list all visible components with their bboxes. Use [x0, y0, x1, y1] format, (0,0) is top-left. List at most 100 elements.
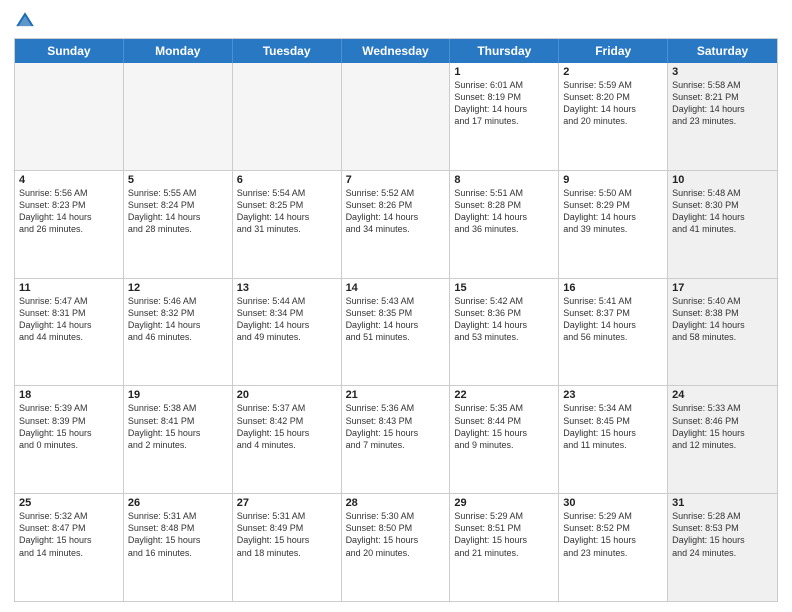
day-number: 14 — [346, 282, 446, 294]
day-cell: 15Sunrise: 5:42 AM Sunset: 8:36 PM Dayli… — [450, 279, 559, 386]
day-info: Sunrise: 5:34 AM Sunset: 8:45 PM Dayligh… — [563, 402, 663, 451]
header — [14, 10, 778, 32]
day-cell — [233, 63, 342, 170]
day-cell: 3Sunrise: 5:58 AM Sunset: 8:21 PM Daylig… — [668, 63, 777, 170]
day-cell: 2Sunrise: 5:59 AM Sunset: 8:20 PM Daylig… — [559, 63, 668, 170]
day-cell: 26Sunrise: 5:31 AM Sunset: 8:48 PM Dayli… — [124, 494, 233, 601]
day-info: Sunrise: 5:30 AM Sunset: 8:50 PM Dayligh… — [346, 510, 446, 559]
day-cell: 9Sunrise: 5:50 AM Sunset: 8:29 PM Daylig… — [559, 171, 668, 278]
day-info: Sunrise: 5:43 AM Sunset: 8:35 PM Dayligh… — [346, 295, 446, 344]
day-info: Sunrise: 5:32 AM Sunset: 8:47 PM Dayligh… — [19, 510, 119, 559]
day-info: Sunrise: 5:44 AM Sunset: 8:34 PM Dayligh… — [237, 295, 337, 344]
day-cell: 4Sunrise: 5:56 AM Sunset: 8:23 PM Daylig… — [15, 171, 124, 278]
day-cell: 21Sunrise: 5:36 AM Sunset: 8:43 PM Dayli… — [342, 386, 451, 493]
day-number: 10 — [672, 174, 773, 186]
week-row: 18Sunrise: 5:39 AM Sunset: 8:39 PM Dayli… — [15, 385, 777, 493]
calendar: SundayMondayTuesdayWednesdayThursdayFrid… — [14, 38, 778, 602]
day-info: Sunrise: 5:39 AM Sunset: 8:39 PM Dayligh… — [19, 402, 119, 451]
day-header: Tuesday — [233, 39, 342, 63]
day-cell: 29Sunrise: 5:29 AM Sunset: 8:51 PM Dayli… — [450, 494, 559, 601]
day-number: 8 — [454, 174, 554, 186]
day-number: 13 — [237, 282, 337, 294]
logo-icon — [14, 10, 36, 32]
day-info: Sunrise: 5:46 AM Sunset: 8:32 PM Dayligh… — [128, 295, 228, 344]
day-number: 18 — [19, 389, 119, 401]
day-header: Wednesday — [342, 39, 451, 63]
day-info: Sunrise: 5:56 AM Sunset: 8:23 PM Dayligh… — [19, 187, 119, 236]
day-number: 22 — [454, 389, 554, 401]
day-number: 28 — [346, 497, 446, 509]
day-info: Sunrise: 5:28 AM Sunset: 8:53 PM Dayligh… — [672, 510, 773, 559]
day-cell — [124, 63, 233, 170]
day-info: Sunrise: 6:01 AM Sunset: 8:19 PM Dayligh… — [454, 79, 554, 128]
day-cell — [15, 63, 124, 170]
day-info: Sunrise: 5:47 AM Sunset: 8:31 PM Dayligh… — [19, 295, 119, 344]
day-info: Sunrise: 5:58 AM Sunset: 8:21 PM Dayligh… — [672, 79, 773, 128]
day-number: 11 — [19, 282, 119, 294]
day-number: 6 — [237, 174, 337, 186]
day-number: 19 — [128, 389, 228, 401]
day-info: Sunrise: 5:37 AM Sunset: 8:42 PM Dayligh… — [237, 402, 337, 451]
day-number: 29 — [454, 497, 554, 509]
day-number: 9 — [563, 174, 663, 186]
day-info: Sunrise: 5:50 AM Sunset: 8:29 PM Dayligh… — [563, 187, 663, 236]
day-header: Thursday — [450, 39, 559, 63]
day-header: Saturday — [668, 39, 777, 63]
day-number: 17 — [672, 282, 773, 294]
day-cell — [342, 63, 451, 170]
day-info: Sunrise: 5:40 AM Sunset: 8:38 PM Dayligh… — [672, 295, 773, 344]
day-info: Sunrise: 5:48 AM Sunset: 8:30 PM Dayligh… — [672, 187, 773, 236]
day-cell: 5Sunrise: 5:55 AM Sunset: 8:24 PM Daylig… — [124, 171, 233, 278]
day-cell: 27Sunrise: 5:31 AM Sunset: 8:49 PM Dayli… — [233, 494, 342, 601]
day-info: Sunrise: 5:33 AM Sunset: 8:46 PM Dayligh… — [672, 402, 773, 451]
day-cell: 1Sunrise: 6:01 AM Sunset: 8:19 PM Daylig… — [450, 63, 559, 170]
day-cell: 12Sunrise: 5:46 AM Sunset: 8:32 PM Dayli… — [124, 279, 233, 386]
day-info: Sunrise: 5:29 AM Sunset: 8:51 PM Dayligh… — [454, 510, 554, 559]
week-row: 11Sunrise: 5:47 AM Sunset: 8:31 PM Dayli… — [15, 278, 777, 386]
day-header: Sunday — [15, 39, 124, 63]
day-info: Sunrise: 5:42 AM Sunset: 8:36 PM Dayligh… — [454, 295, 554, 344]
day-number: 27 — [237, 497, 337, 509]
day-number: 3 — [672, 66, 773, 78]
day-number: 24 — [672, 389, 773, 401]
day-cell: 23Sunrise: 5:34 AM Sunset: 8:45 PM Dayli… — [559, 386, 668, 493]
day-info: Sunrise: 5:38 AM Sunset: 8:41 PM Dayligh… — [128, 402, 228, 451]
page: SundayMondayTuesdayWednesdayThursdayFrid… — [0, 0, 792, 612]
day-info: Sunrise: 5:35 AM Sunset: 8:44 PM Dayligh… — [454, 402, 554, 451]
day-header: Monday — [124, 39, 233, 63]
logo — [14, 10, 40, 32]
day-header: Friday — [559, 39, 668, 63]
day-cell: 30Sunrise: 5:29 AM Sunset: 8:52 PM Dayli… — [559, 494, 668, 601]
day-cell: 22Sunrise: 5:35 AM Sunset: 8:44 PM Dayli… — [450, 386, 559, 493]
day-cell: 25Sunrise: 5:32 AM Sunset: 8:47 PM Dayli… — [15, 494, 124, 601]
day-number: 12 — [128, 282, 228, 294]
day-cell: 20Sunrise: 5:37 AM Sunset: 8:42 PM Dayli… — [233, 386, 342, 493]
day-cell: 24Sunrise: 5:33 AM Sunset: 8:46 PM Dayli… — [668, 386, 777, 493]
day-info: Sunrise: 5:55 AM Sunset: 8:24 PM Dayligh… — [128, 187, 228, 236]
week-row: 4Sunrise: 5:56 AM Sunset: 8:23 PM Daylig… — [15, 170, 777, 278]
day-number: 30 — [563, 497, 663, 509]
day-cell: 14Sunrise: 5:43 AM Sunset: 8:35 PM Dayli… — [342, 279, 451, 386]
day-number: 15 — [454, 282, 554, 294]
day-cell: 28Sunrise: 5:30 AM Sunset: 8:50 PM Dayli… — [342, 494, 451, 601]
day-info: Sunrise: 5:59 AM Sunset: 8:20 PM Dayligh… — [563, 79, 663, 128]
day-number: 31 — [672, 497, 773, 509]
day-cell: 13Sunrise: 5:44 AM Sunset: 8:34 PM Dayli… — [233, 279, 342, 386]
day-cell: 17Sunrise: 5:40 AM Sunset: 8:38 PM Dayli… — [668, 279, 777, 386]
day-cell: 6Sunrise: 5:54 AM Sunset: 8:25 PM Daylig… — [233, 171, 342, 278]
day-info: Sunrise: 5:51 AM Sunset: 8:28 PM Dayligh… — [454, 187, 554, 236]
day-number: 25 — [19, 497, 119, 509]
week-row: 1Sunrise: 6:01 AM Sunset: 8:19 PM Daylig… — [15, 63, 777, 170]
day-info: Sunrise: 5:31 AM Sunset: 8:49 PM Dayligh… — [237, 510, 337, 559]
day-cell: 8Sunrise: 5:51 AM Sunset: 8:28 PM Daylig… — [450, 171, 559, 278]
day-number: 16 — [563, 282, 663, 294]
day-cell: 18Sunrise: 5:39 AM Sunset: 8:39 PM Dayli… — [15, 386, 124, 493]
day-info: Sunrise: 5:54 AM Sunset: 8:25 PM Dayligh… — [237, 187, 337, 236]
day-number: 5 — [128, 174, 228, 186]
day-number: 20 — [237, 389, 337, 401]
day-headers: SundayMondayTuesdayWednesdayThursdayFrid… — [15, 39, 777, 63]
day-info: Sunrise: 5:31 AM Sunset: 8:48 PM Dayligh… — [128, 510, 228, 559]
day-cell: 7Sunrise: 5:52 AM Sunset: 8:26 PM Daylig… — [342, 171, 451, 278]
day-number: 26 — [128, 497, 228, 509]
day-cell: 10Sunrise: 5:48 AM Sunset: 8:30 PM Dayli… — [668, 171, 777, 278]
